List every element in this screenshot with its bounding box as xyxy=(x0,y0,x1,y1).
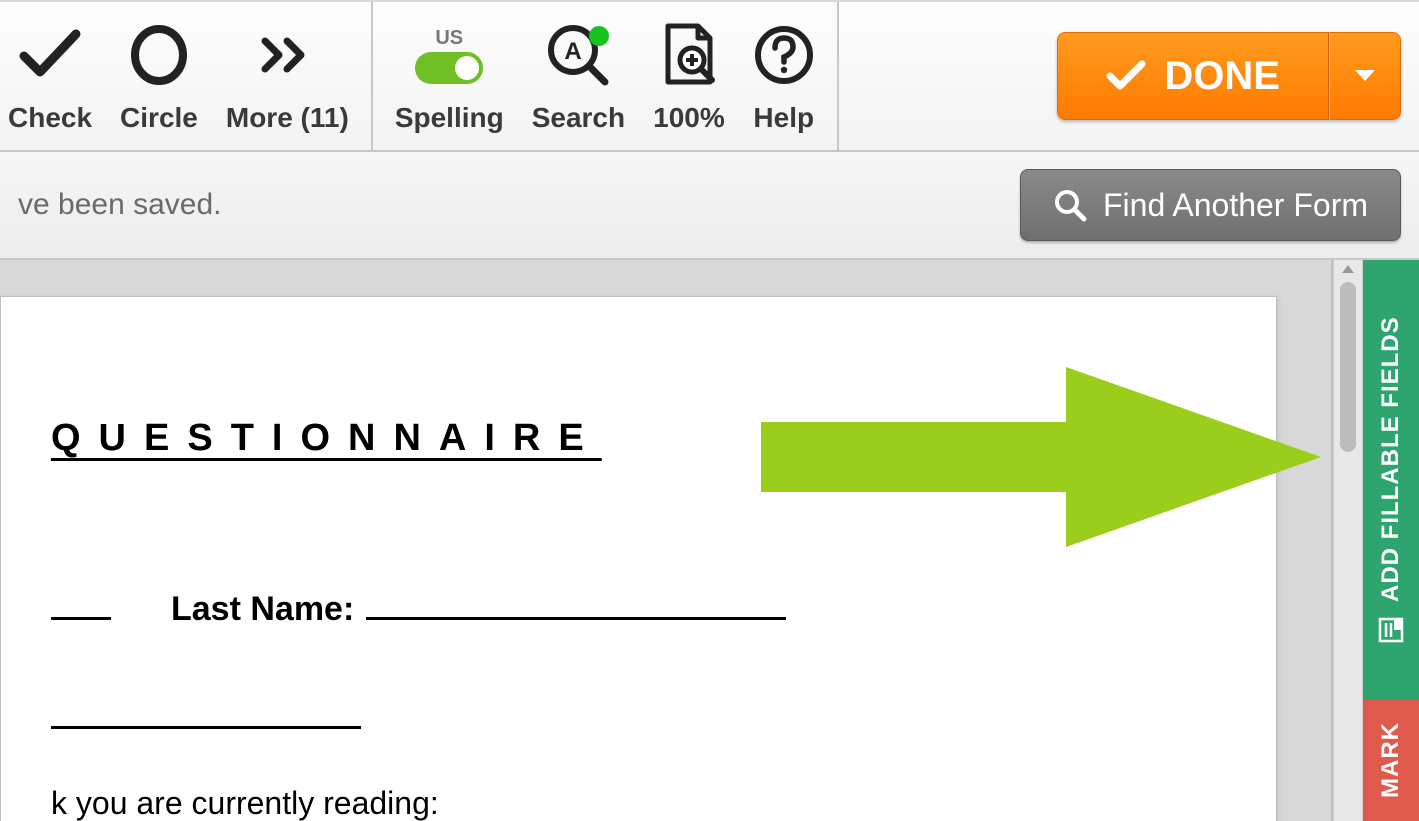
done-button[interactable]: DONE xyxy=(1057,32,1329,120)
workspace: QUESTIONNAIRE Last Name: k you are curre… xyxy=(0,260,1419,821)
last-name-field[interactable] xyxy=(366,590,786,620)
help-button[interactable]: Help xyxy=(739,2,829,150)
blank-row xyxy=(51,699,1226,729)
done-dropdown-button[interactable] xyxy=(1329,32,1401,120)
checkmark-icon xyxy=(8,14,92,96)
find-another-form-label: Find Another Form xyxy=(1103,187,1368,224)
spelling-label: Spelling xyxy=(395,102,504,134)
toggle-on-icon[interactable] xyxy=(415,52,483,84)
tool-group-annotate: Check Circle More (11) xyxy=(0,2,373,150)
status-message: ve been saved. xyxy=(18,188,1020,222)
spelling-button[interactable]: US Spelling xyxy=(381,2,518,150)
svg-text:A: A xyxy=(565,38,582,65)
search-button[interactable]: A Search xyxy=(518,2,639,150)
zoom-page-icon xyxy=(653,14,725,96)
main-toolbar: Check Circle More (11) US Spelling xyxy=(0,0,1419,152)
scroll-up-button[interactable] xyxy=(1334,262,1362,276)
blank-field-2[interactable] xyxy=(51,699,361,729)
more-icon xyxy=(226,14,349,96)
mark-tab[interactable]: MARK xyxy=(1363,700,1419,821)
find-another-form-button[interactable]: Find Another Form xyxy=(1020,169,1401,241)
search-icon xyxy=(1053,188,1087,222)
done-label: DONE xyxy=(1164,54,1280,99)
tool-group-view: US Spelling A Search xyxy=(373,2,839,150)
form-icon xyxy=(1377,616,1405,644)
circle-button[interactable]: Circle xyxy=(106,2,212,150)
circle-label: Circle xyxy=(120,102,198,134)
side-tabs: ADD FILLABLE FIELDS MARK xyxy=(1363,260,1419,821)
zoom-label: 100% xyxy=(653,102,725,134)
done-wrap: DONE xyxy=(1039,2,1419,150)
check-icon xyxy=(1106,58,1146,94)
check-button[interactable]: Check xyxy=(8,2,106,150)
more-label: More (11) xyxy=(226,102,349,134)
reading-question: k you are currently reading: xyxy=(51,785,1226,821)
circle-icon xyxy=(120,14,198,96)
more-button[interactable]: More (11) xyxy=(212,2,363,150)
notification-dot-icon xyxy=(589,26,609,46)
vertical-scrollbar[interactable] xyxy=(1333,260,1363,821)
help-label: Help xyxy=(753,102,814,134)
scroll-thumb[interactable] xyxy=(1340,282,1356,452)
document-area[interactable]: QUESTIONNAIRE Last Name: k you are curre… xyxy=(0,260,1333,821)
triangle-up-icon xyxy=(1341,264,1355,274)
check-label: Check xyxy=(8,102,92,134)
help-icon xyxy=(753,14,815,96)
mark-label: MARK xyxy=(1377,723,1405,799)
document-title: QUESTIONNAIRE xyxy=(51,417,1226,460)
zoom-button[interactable]: 100% xyxy=(639,2,739,150)
first-blank-field[interactable] xyxy=(51,590,111,620)
document-page[interactable]: QUESTIONNAIRE Last Name: k you are curre… xyxy=(0,296,1277,821)
status-bar: ve been saved. Find Another Form xyxy=(0,152,1419,260)
last-name-label: Last Name: xyxy=(171,590,354,629)
add-fillable-fields-tab[interactable]: ADD FILLABLE FIELDS xyxy=(1363,260,1419,700)
add-fillable-fields-label: ADD FILLABLE FIELDS xyxy=(1377,316,1405,602)
name-row: Last Name: xyxy=(51,590,1226,629)
spelling-toggle-icon: US xyxy=(395,14,504,96)
search-a-icon: A xyxy=(532,14,625,96)
spelling-locale: US xyxy=(435,27,463,50)
search-label: Search xyxy=(532,102,625,134)
caret-down-icon xyxy=(1353,68,1377,84)
done-button-group: DONE xyxy=(1057,32,1401,120)
